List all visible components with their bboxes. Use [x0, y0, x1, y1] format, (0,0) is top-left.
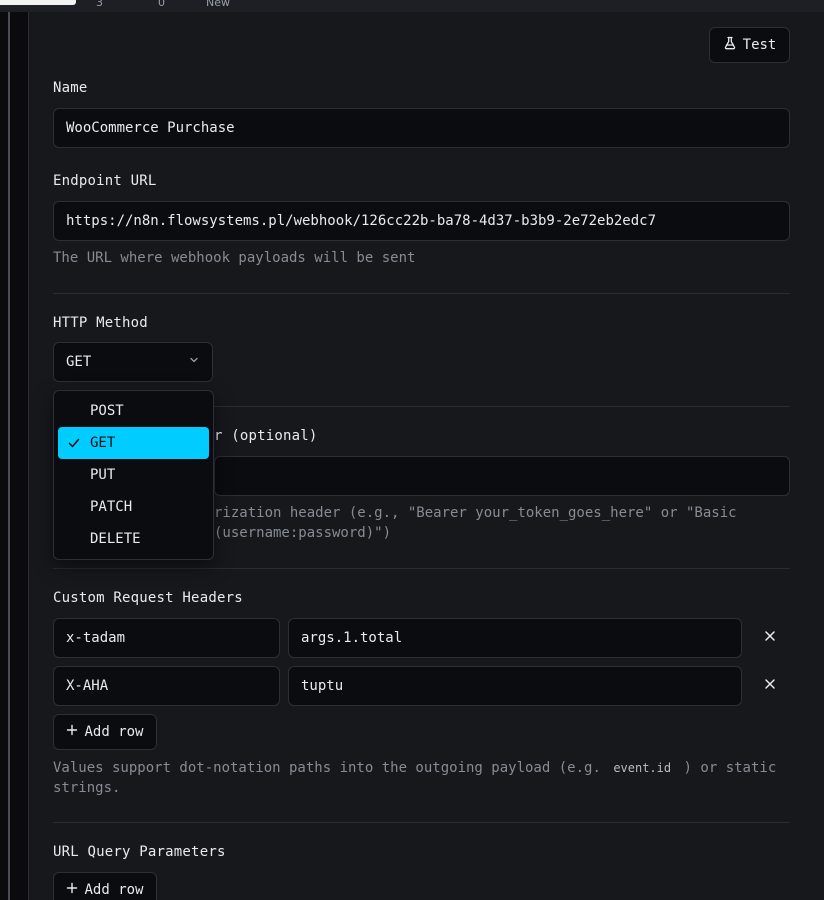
- custom-headers-help-line2: strings.: [53, 780, 121, 796]
- method-option-put[interactable]: PUT: [58, 459, 209, 491]
- option-label: GET: [90, 435, 116, 451]
- name-input[interactable]: WooCommerce Purchase: [53, 108, 790, 148]
- method-option-patch[interactable]: PATCH: [58, 491, 209, 523]
- toolbar-pill[interactable]: [0, 0, 76, 5]
- plus-icon: [66, 882, 78, 898]
- query-params-label: URL Query Parameters: [53, 844, 226, 860]
- auth-help-line1: rization header (e.g., "Bearer your_toke…: [214, 505, 737, 521]
- header-key-input[interactable]: X-AHA: [53, 666, 280, 706]
- option-label: DELETE: [90, 531, 141, 547]
- divider: [53, 293, 790, 294]
- method-option-post[interactable]: POST: [58, 395, 209, 427]
- custom-headers-label: Custom Request Headers: [53, 590, 243, 606]
- method-label: HTTP Method: [53, 315, 148, 331]
- method-selected-value: GET: [66, 354, 92, 370]
- test-button-label: Test: [742, 37, 777, 53]
- method-select[interactable]: GET: [53, 342, 213, 382]
- option-label: PUT: [90, 467, 116, 483]
- help-text: ) or static: [683, 760, 777, 776]
- help-text: Values support dot-notation paths into t…: [53, 760, 601, 776]
- chevron-down-icon: [188, 354, 200, 370]
- endpoint-input[interactable]: https://n8n.flowsystems.pl/webhook/126cc…: [53, 201, 790, 241]
- custom-headers-help: Values support dot-notation paths into t…: [53, 758, 776, 778]
- add-query-row-button[interactable]: Add row: [53, 872, 157, 900]
- check-icon: [67, 436, 81, 454]
- close-icon: [764, 678, 776, 694]
- test-button[interactable]: Test: [709, 27, 790, 63]
- plus-icon: [66, 724, 78, 740]
- close-icon: [764, 630, 776, 646]
- auth-label: r (optional): [214, 428, 318, 444]
- header-key-input[interactable]: x-tadam: [53, 618, 280, 658]
- auth-help-line2: (username:password)"): [214, 525, 392, 541]
- method-dropdown-menu: POST GET PUT PATCH DELETE: [53, 390, 214, 560]
- code-snippet: event.id: [613, 761, 672, 775]
- method-option-get[interactable]: GET: [58, 427, 209, 459]
- endpoint-help: The URL where webhook payloads will be s…: [53, 250, 416, 266]
- remove-row-button[interactable]: [758, 626, 782, 650]
- toolbar-count-a: 3: [96, 0, 103, 9]
- add-header-row-button[interactable]: Add row: [53, 714, 157, 750]
- add-row-label: Add row: [84, 882, 144, 898]
- flask-icon: [723, 36, 737, 54]
- toolbar-count-b: 0: [158, 0, 165, 9]
- left-rail: [0, 12, 29, 900]
- divider: [214, 406, 790, 407]
- divider: [53, 568, 790, 569]
- toolbar-new[interactable]: New: [206, 0, 230, 9]
- header-value-input[interactable]: args.1.total: [288, 618, 742, 658]
- option-label: POST: [90, 403, 124, 419]
- method-option-delete[interactable]: DELETE: [58, 523, 209, 555]
- option-label: PATCH: [90, 499, 133, 515]
- endpoint-label: Endpoint URL: [53, 173, 157, 189]
- rail-line: [8, 12, 10, 900]
- header-value-input[interactable]: tuptu: [288, 666, 742, 706]
- add-row-label: Add row: [84, 724, 144, 740]
- auth-input[interactable]: [214, 456, 790, 496]
- divider: [53, 822, 790, 823]
- remove-row-button[interactable]: [758, 674, 782, 698]
- name-label: Name: [53, 80, 88, 96]
- top-toolbar-strip: 3 0 New: [0, 0, 824, 12]
